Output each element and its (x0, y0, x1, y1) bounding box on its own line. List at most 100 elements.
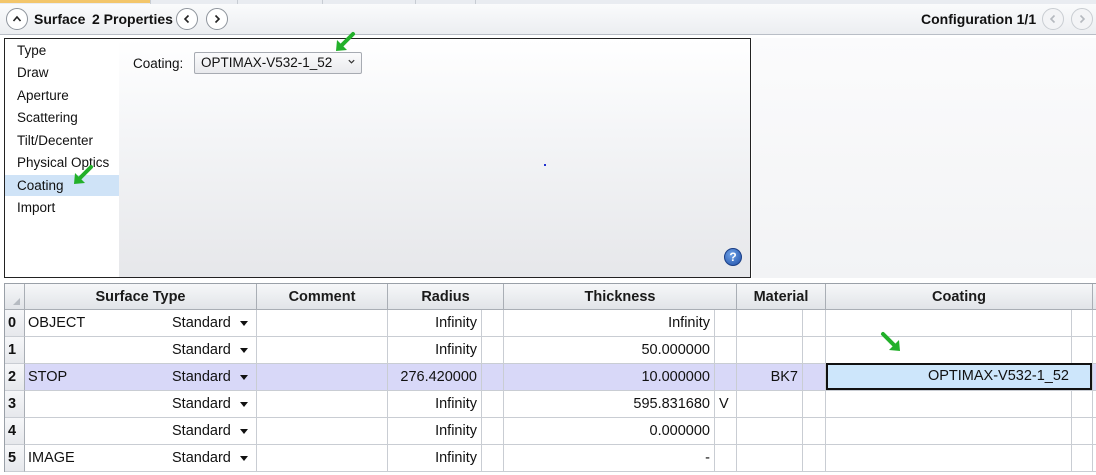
dropdown-arrow-icon[interactable] (240, 375, 248, 380)
surface-name: IMAGE (28, 450, 75, 466)
solve-cell[interactable] (715, 337, 737, 364)
collapse-button[interactable] (6, 8, 28, 30)
dropdown-arrow-icon[interactable] (240, 348, 248, 353)
radius-cell[interactable]: Infinity (388, 391, 482, 418)
radius-cell[interactable]: Infinity (388, 310, 482, 337)
solve-cell[interactable] (482, 418, 504, 445)
column-header-material[interactable]: Material (737, 284, 826, 310)
solve-cell[interactable] (803, 310, 826, 337)
table-row[interactable]: 5 IMAGE Standard Infinity - (5, 445, 1096, 472)
thickness-cell[interactable]: 50.000000 (504, 337, 715, 364)
column-header-coating[interactable]: Coating (826, 284, 1093, 310)
solve-cell[interactable] (715, 418, 737, 445)
dropdown-arrow-icon[interactable] (240, 321, 248, 326)
active-tab-indicator[interactable] (0, 0, 150, 3)
comment-cell[interactable] (257, 310, 388, 337)
grid-corner[interactable] (5, 284, 25, 310)
coating-cell[interactable] (826, 445, 1072, 472)
surface-type-cell[interactable]: Standard (25, 337, 257, 364)
column-header-comment[interactable]: Comment (257, 284, 388, 310)
next-configuration-button[interactable] (1071, 8, 1093, 30)
active-coating-cell[interactable]: OPTIMAX-V532-1_52 (826, 363, 1092, 390)
material-cell[interactable] (737, 445, 803, 472)
coating-cell[interactable] (826, 310, 1072, 337)
nav-item-import[interactable]: Import (5, 197, 119, 218)
nav-item-aperture[interactable]: Aperture (5, 85, 119, 106)
thickness-cell[interactable]: Infinity (504, 310, 715, 337)
comment-cell[interactable] (257, 337, 388, 364)
solve-cell[interactable] (482, 310, 504, 337)
material-cell[interactable] (737, 310, 803, 337)
comment-cell[interactable] (257, 364, 388, 391)
annotation-arrow-icon (881, 332, 900, 351)
thickness-cell[interactable]: 0.000000 (504, 418, 715, 445)
solve-cell[interactable] (803, 337, 826, 364)
material-cell[interactable]: BK7 (737, 364, 803, 391)
coating-label: Coating: (133, 56, 184, 71)
surface-type-cell[interactable]: STOP Standard (25, 364, 257, 391)
material-cell[interactable] (737, 418, 803, 445)
solve-cell[interactable] (1072, 418, 1093, 445)
solve-cell[interactable] (1072, 391, 1093, 418)
lens-data-grid: Surface Type Comment Radius Thickness Ma… (4, 283, 1096, 472)
solve-cell[interactable] (482, 364, 504, 391)
dropdown-arrow-icon[interactable] (240, 456, 248, 461)
solve-cell[interactable] (1072, 445, 1093, 472)
comment-cell[interactable] (257, 445, 388, 472)
surface-type-cell[interactable]: Standard (25, 391, 257, 418)
surface-type-value: Standard (172, 423, 231, 439)
surface-type-cell[interactable]: Standard (25, 418, 257, 445)
annotation-arrow-icon (336, 32, 355, 51)
radius-cell[interactable]: Infinity (388, 418, 482, 445)
thickness-cell[interactable]: 10.000000 (504, 364, 715, 391)
table-row[interactable]: 3 Standard Infinity 595.831680 V (5, 391, 1096, 418)
dropdown-arrow-icon[interactable] (240, 402, 248, 407)
table-row[interactable]: 1 Standard Infinity 50.000000 (5, 337, 1096, 364)
surface-type-value: Standard (172, 315, 231, 331)
nav-item-type[interactable]: Type (5, 40, 119, 61)
column-header-surface-type[interactable]: Surface Type (25, 284, 257, 310)
coating-cell[interactable] (826, 391, 1072, 418)
nav-item-physical-optics[interactable]: Physical Optics (5, 152, 119, 173)
solve-cell[interactable] (803, 445, 826, 472)
thickness-cell[interactable]: - (504, 445, 715, 472)
solve-cell[interactable] (715, 445, 737, 472)
column-header-radius[interactable]: Radius (388, 284, 504, 310)
coating-cell[interactable] (826, 337, 1072, 364)
table-row[interactable]: 4 Standard Infinity 0.000000 (5, 418, 1096, 445)
surface-name: STOP (28, 369, 68, 385)
previous-surface-button[interactable] (176, 8, 198, 30)
material-cell[interactable] (737, 391, 803, 418)
radius-cell[interactable]: Infinity (388, 337, 482, 364)
solve-cell[interactable] (803, 418, 826, 445)
comment-cell[interactable] (257, 391, 388, 418)
nav-item-scattering[interactable]: Scattering (5, 107, 119, 128)
solve-cell[interactable] (482, 337, 504, 364)
solve-cell[interactable] (803, 364, 826, 391)
surface-type-cell[interactable]: IMAGE Standard (25, 445, 257, 472)
surface-type-cell[interactable]: OBJECT Standard (25, 310, 257, 337)
solve-cell[interactable] (803, 391, 826, 418)
previous-configuration-button[interactable] (1042, 8, 1064, 30)
dropdown-arrow-icon[interactable] (240, 429, 248, 434)
help-icon[interactable]: ? (724, 248, 742, 266)
comment-cell[interactable] (257, 418, 388, 445)
table-row[interactable]: 0 OBJECT Standard Infinity Infinity (5, 310, 1096, 337)
nav-item-draw[interactable]: Draw (5, 62, 119, 83)
radius-cell[interactable]: Infinity (388, 445, 482, 472)
solve-cell[interactable] (1072, 337, 1093, 364)
next-surface-button[interactable] (206, 8, 228, 30)
solve-cell[interactable] (715, 364, 737, 391)
nav-item-coating[interactable]: Coating (5, 175, 119, 196)
thickness-cell[interactable]: 595.831680 (504, 391, 715, 418)
coating-cell[interactable] (826, 418, 1072, 445)
radius-cell[interactable]: 276.420000 (388, 364, 482, 391)
material-cell[interactable] (737, 337, 803, 364)
solve-cell[interactable] (1072, 310, 1093, 337)
nav-item-tilt-decenter[interactable]: Tilt/Decenter (5, 130, 119, 151)
column-header-thickness[interactable]: Thickness (504, 284, 737, 310)
solve-cell[interactable] (482, 391, 504, 418)
solve-cell[interactable]: V (715, 391, 737, 418)
solve-cell[interactable] (482, 445, 504, 472)
solve-cell[interactable] (715, 310, 737, 337)
